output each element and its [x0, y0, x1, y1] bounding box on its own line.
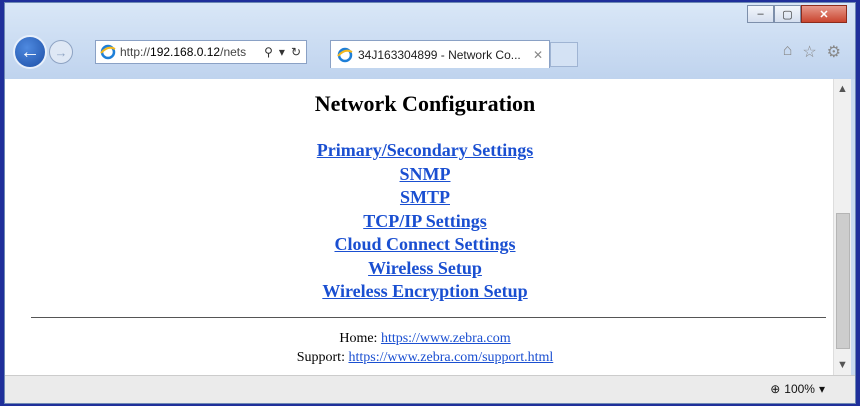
- link-wireless-setup[interactable]: Wireless Setup: [17, 257, 833, 281]
- tab-active[interactable]: 34J163304899 - Network Co... ✕: [330, 40, 550, 68]
- close-window-button[interactable]: ✕: [801, 5, 847, 23]
- config-links: Primary/Secondary Settings SNMP SMTP TCP…: [17, 139, 833, 304]
- footer: Home: https://www.zebra.com Support: htt…: [17, 329, 833, 367]
- address-url-prefix: http://: [120, 45, 151, 59]
- zoom-icon: ⊕: [770, 382, 781, 396]
- browser-window: – ▢ ✕ ← → http://192.168.0.12/nets ⚲ ▾ ↻…: [4, 2, 856, 404]
- scroll-down-icon[interactable]: ▼: [837, 359, 848, 371]
- home-icon[interactable]: ⌂: [783, 42, 793, 62]
- link-snmp[interactable]: SNMP: [17, 163, 833, 187]
- refresh-icon[interactable]: ↻: [291, 45, 301, 59]
- minimize-button[interactable]: –: [747, 5, 774, 23]
- link-cloud-connect-settings[interactable]: Cloud Connect Settings: [17, 233, 833, 257]
- browser-chrome: – ▢ ✕ ← → http://192.168.0.12/nets ⚲ ▾ ↻…: [5, 3, 855, 79]
- content-left-margin: [5, 79, 17, 375]
- link-primary-secondary-settings[interactable]: Primary/Secondary Settings: [17, 139, 833, 163]
- gear-icon[interactable]: ⚙: [827, 42, 841, 62]
- footer-support-line: Support: https://www.zebra.com/support.h…: [17, 348, 833, 367]
- back-arrow-icon[interactable]: ←: [13, 35, 47, 69]
- link-smtp[interactable]: SMTP: [17, 186, 833, 210]
- favorites-star-icon[interactable]: ☆: [802, 42, 816, 62]
- link-tcpip-settings[interactable]: TCP/IP Settings: [17, 210, 833, 234]
- ie-icon: [100, 44, 116, 60]
- ie-icon: [337, 47, 353, 62]
- forward-arrow-icon[interactable]: →: [49, 40, 73, 64]
- separator: [31, 317, 826, 318]
- vertical-scrollbar[interactable]: ▲ ▼: [833, 79, 851, 375]
- right-toolbar: ⌂ ☆ ⚙: [783, 42, 841, 62]
- address-url[interactable]: http://192.168.0.12/nets: [120, 45, 264, 59]
- address-url-suffix: /nets: [220, 45, 247, 59]
- zoom-control[interactable]: ⊕ 100% ▾: [770, 382, 825, 396]
- page-content: Network Configuration Primary/Secondary …: [17, 79, 833, 375]
- maximize-button[interactable]: ▢: [774, 5, 801, 23]
- status-bar: ⊕ 100% ▾: [5, 375, 855, 403]
- dropdown-icon[interactable]: ▾: [279, 45, 285, 59]
- address-bar[interactable]: http://192.168.0.12/nets ⚲ ▾ ↻: [95, 40, 307, 64]
- footer-support-label: Support:: [296, 350, 345, 365]
- nav-buttons: ← →: [13, 35, 73, 69]
- chevron-down-icon[interactable]: ▾: [819, 382, 825, 396]
- footer-home-link[interactable]: https://www.zebra.com: [381, 331, 511, 346]
- search-icon[interactable]: ⚲: [264, 45, 273, 59]
- new-tab-button[interactable]: [550, 42, 578, 67]
- zoom-level: 100%: [784, 382, 815, 396]
- tab-title: 34J163304899 - Network Co...: [358, 47, 521, 62]
- window-controls: – ▢ ✕: [747, 5, 847, 23]
- page-title: Network Configuration: [314, 91, 536, 116]
- footer-support-link[interactable]: https://www.zebra.com/support.html: [348, 350, 553, 365]
- scrollbar-thumb[interactable]: [836, 213, 850, 349]
- footer-home-line: Home: https://www.zebra.com: [17, 329, 833, 348]
- address-tools: ⚲ ▾ ↻: [264, 45, 306, 59]
- address-url-host: 192.168.0.12: [150, 45, 221, 59]
- scroll-up-icon[interactable]: ▲: [837, 83, 848, 95]
- close-tab-icon[interactable]: ✕: [533, 48, 549, 62]
- link-wireless-encryption-setup[interactable]: Wireless Encryption Setup: [17, 280, 833, 304]
- footer-home-label: Home:: [339, 331, 378, 346]
